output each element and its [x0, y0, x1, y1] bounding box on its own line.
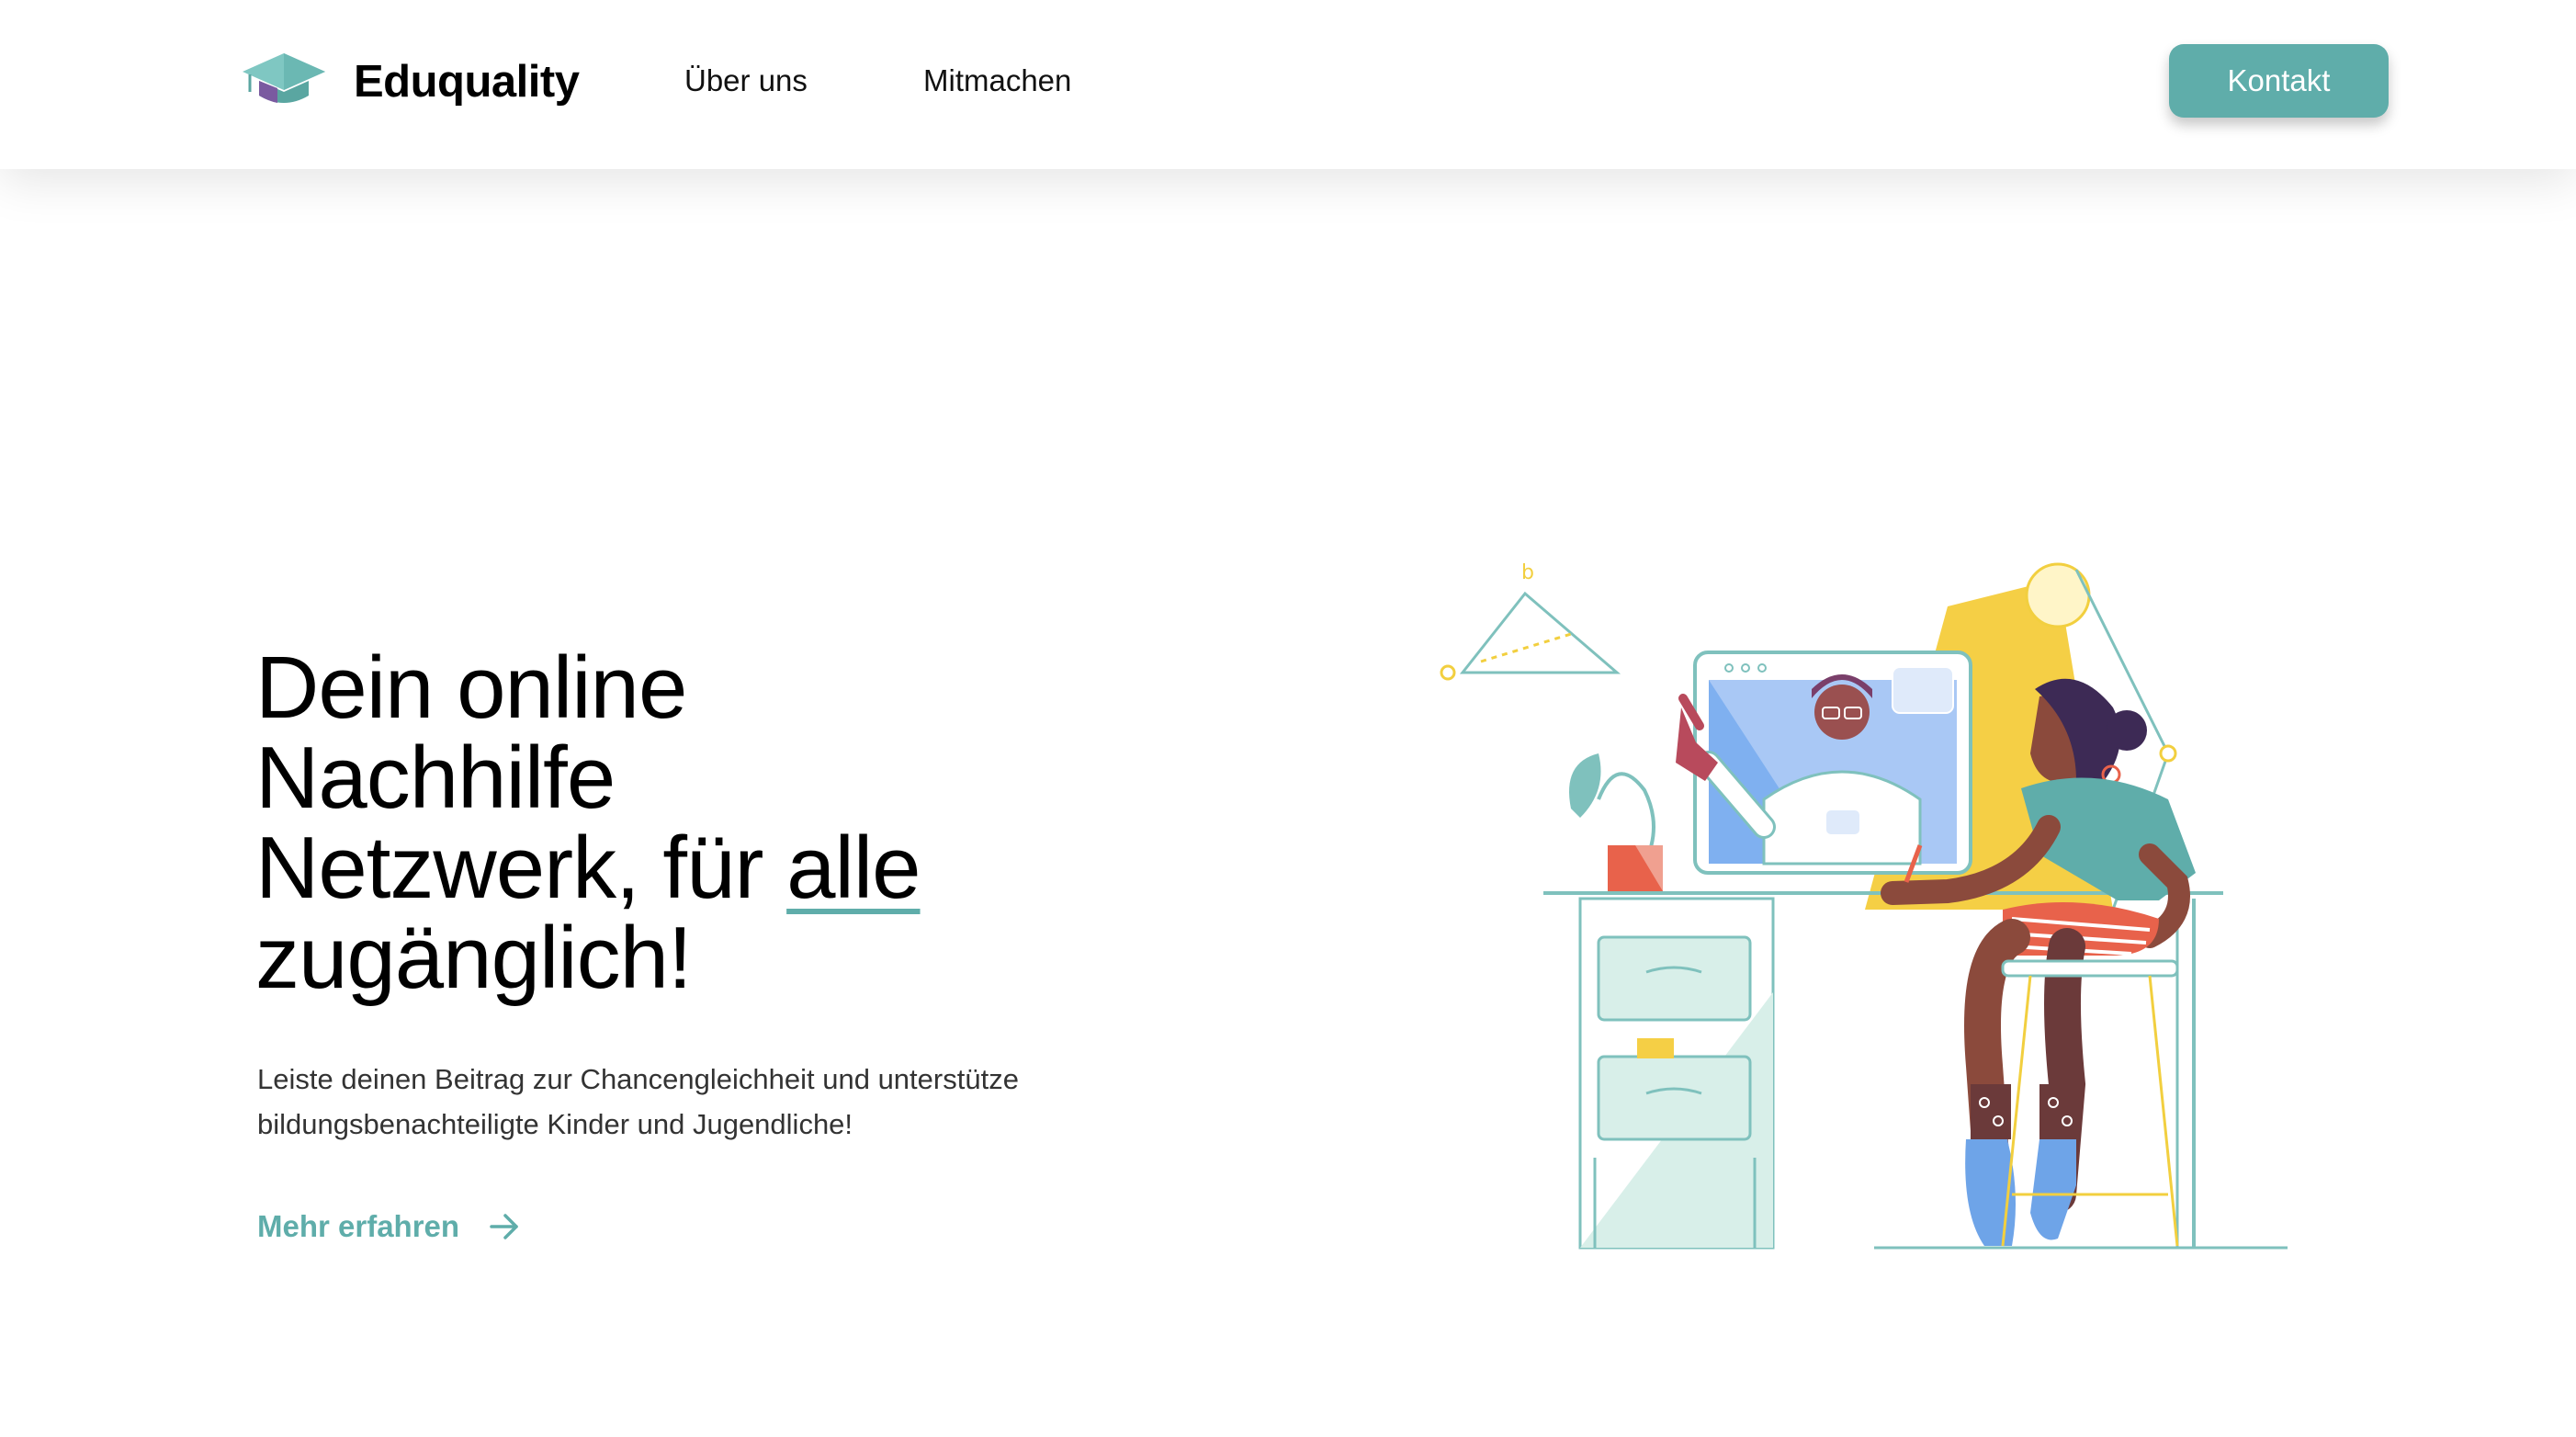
- nav-link-ueber-uns[interactable]: Über uns: [684, 61, 808, 101]
- hero-title-prefix: Netzwerk, für: [255, 819, 787, 917]
- kontakt-button[interactable]: Kontakt: [2169, 44, 2389, 118]
- hero-title-line: Netzwerk, für alle: [255, 823, 1174, 913]
- hero-title-line: zugänglich!: [255, 909, 693, 1007]
- svg-text:b: b: [1521, 561, 1534, 584]
- hero-subtitle-line: bildungsbenachteiligte Kinder und Jugend…: [257, 1108, 853, 1140]
- graduation-cap-icon[interactable]: [241, 50, 327, 110]
- hero-title-line: Dein online: [255, 639, 687, 737]
- nav-link-mitmachen[interactable]: Mitmachen: [923, 61, 1071, 101]
- arrow-right-icon: [490, 1214, 518, 1239]
- site-header: Eduquality Über uns Mitmachen Kontakt: [0, 0, 2576, 169]
- triangle-drawing: b: [1440, 561, 1621, 681]
- hero-subtitle-line: Leiste deinen Beitrag zur Chancengleichh…: [257, 1063, 1019, 1095]
- hero-illustration: b: [1440, 561, 2288, 1250]
- hero-subtitle: Leiste deinen Beitrag zur Chancengleichh…: [257, 1057, 1268, 1147]
- hero-title-highlight: alle: [786, 819, 921, 917]
- mehr-erfahren-label: Mehr erfahren: [257, 1209, 460, 1243]
- hero-title-line: Nachhilfe: [255, 729, 616, 827]
- mehr-erfahren-link[interactable]: Mehr erfahren: [257, 1204, 520, 1250]
- brand-name[interactable]: Eduquality: [354, 51, 580, 112]
- hero-title: Dein online Nachhilfe Netzwerk, für alle…: [255, 643, 1174, 1003]
